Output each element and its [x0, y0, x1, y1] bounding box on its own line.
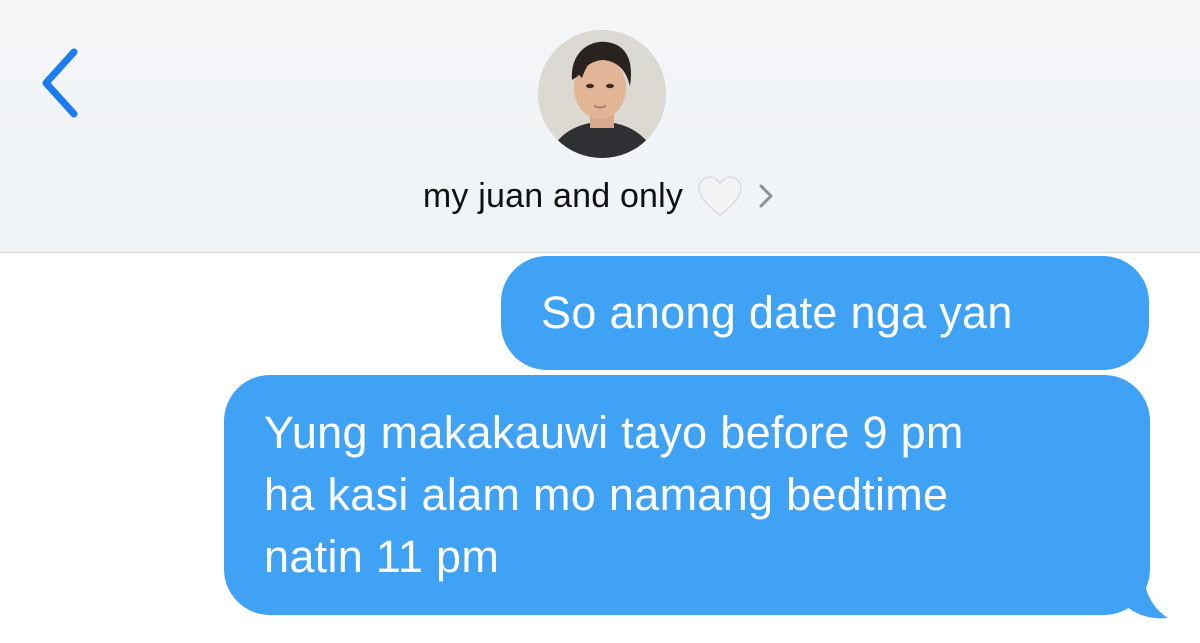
chevron-right-icon [759, 184, 773, 208]
contact-name: my juan and only [422, 176, 684, 215]
chevron-left-icon [42, 48, 78, 118]
message-bubble-outgoing[interactable]: Yung makakauwi tayo before 9 pm ha kasi … [224, 375, 1150, 615]
white-heart-icon [698, 176, 742, 216]
back-button[interactable] [30, 40, 90, 126]
bubble-tail [1112, 560, 1168, 619]
message-text-line: natin 11 pm [264, 531, 500, 582]
message-bubble-outgoing[interactable]: So anong date nga yan [501, 256, 1149, 370]
messages-screen: my juan and only So anong date nga yan Y… [0, 0, 1200, 643]
contact-name-row[interactable]: my juan and only [0, 170, 1200, 222]
avatar-photo [538, 30, 666, 158]
avatar[interactable] [538, 30, 666, 158]
message-text-line: ha kasi alam mo namang bedtime [264, 469, 949, 520]
message-text: So anong date nga yan [541, 287, 1013, 338]
conversation-header: my juan and only [0, 0, 1200, 253]
message-text-line: Yung makakauwi tayo before 9 pm [264, 407, 964, 458]
